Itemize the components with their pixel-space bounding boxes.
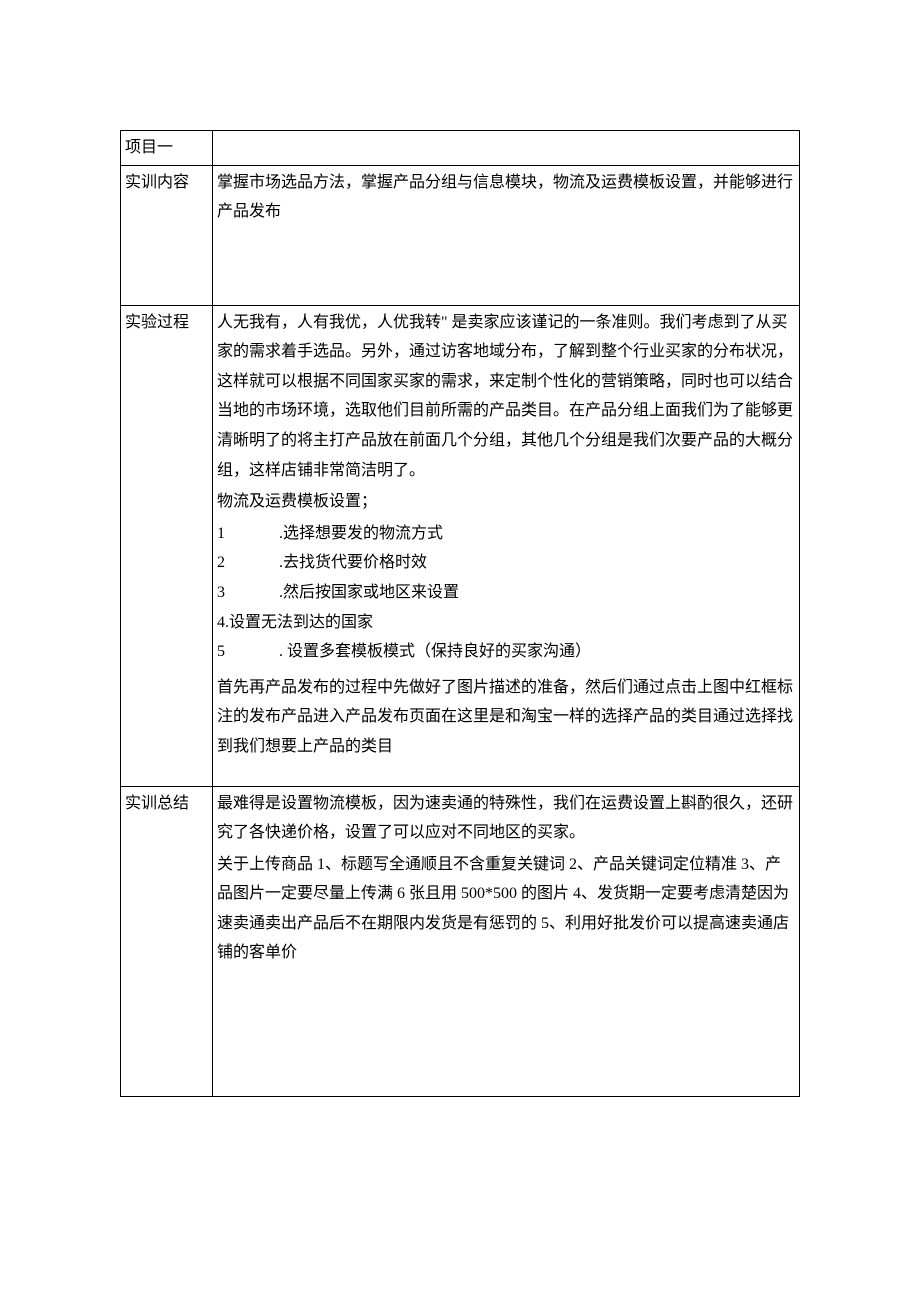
row-content-training-content: 掌握市场选品方法，掌握产品分组与信息模块，物流及运费模板设置，并能够进行产品发布 — [213, 165, 800, 305]
table-row: 实训总结 最难得是设置物流模板，因为速卖通的特殊性，我们在运费设置上斟酌很久，还… — [121, 786, 800, 1096]
step-text: .去找货代要价格时效 — [279, 554, 427, 571]
step-num: 5 — [217, 637, 231, 667]
step-num: 3 — [217, 578, 231, 608]
step-5: 5 . 设置多套模板模式（保持良好的买家沟通） — [217, 637, 795, 667]
experiment-closing: 首先再产品发布的过程中先做好了图片描述的准备，然后们通过点击上图中红框标注的发布… — [217, 673, 795, 762]
template-header: 物流及运费模板设置； — [217, 487, 795, 517]
row-label-training-summary: 实训总结 — [121, 786, 213, 1096]
step-4: 4.设置无法到达的国家 — [217, 608, 795, 638]
step-text: .选择想要发的物流方式 — [279, 525, 443, 542]
step-1: 1 .选择想要发的物流方式 — [217, 519, 795, 549]
row-label-project: 项目一 — [121, 131, 213, 166]
table-row: 实训内容 掌握市场选品方法，掌握产品分组与信息模块，物流及运费模板设置，并能够进… — [121, 165, 800, 305]
row-content-experiment-process: 人无我有，人有我优，人优我转" 是卖家应该谨记的一条准则。我们考虑到了从买家的需… — [213, 305, 800, 786]
row-content-project — [213, 131, 800, 166]
summary-p2: 关于上传商品 1、标题写全通顺且不含重复关键词 2、产品关键词定位精准 3、产品… — [217, 850, 795, 968]
step-text: .然后按国家或地区来设置 — [279, 584, 459, 601]
row-label-training-content: 实训内容 — [121, 165, 213, 305]
experiment-intro: 人无我有，人有我优，人优我转" 是卖家应该谨记的一条准则。我们考虑到了从买家的需… — [217, 308, 795, 486]
table-row: 项目一 — [121, 131, 800, 166]
step-2: 2 .去找货代要价格时效 — [217, 548, 795, 578]
step-text: . 设置多套模板模式（保持良好的买家沟通） — [279, 643, 591, 660]
row-content-training-summary: 最难得是设置物流模板，因为速卖通的特殊性，我们在运费设置上斟酌很久，还研究了各快… — [213, 786, 800, 1096]
step-num: 2 — [217, 548, 231, 578]
report-table: 项目一 实训内容 掌握市场选品方法，掌握产品分组与信息模块，物流及运费模板设置，… — [120, 130, 800, 1097]
training-content-text: 掌握市场选品方法，掌握产品分组与信息模块，物流及运费模板设置，并能够进行产品发布 — [217, 168, 795, 227]
table-row: 实验过程 人无我有，人有我优，人优我转" 是卖家应该谨记的一条准则。我们考虑到了… — [121, 305, 800, 786]
row-label-experiment-process: 实验过程 — [121, 305, 213, 786]
step-num: 1 — [217, 519, 231, 549]
step-3: 3 .然后按国家或地区来设置 — [217, 578, 795, 608]
summary-p1: 最难得是设置物流模板，因为速卖通的特殊性，我们在运费设置上斟酌很久，还研究了各快… — [217, 789, 795, 848]
